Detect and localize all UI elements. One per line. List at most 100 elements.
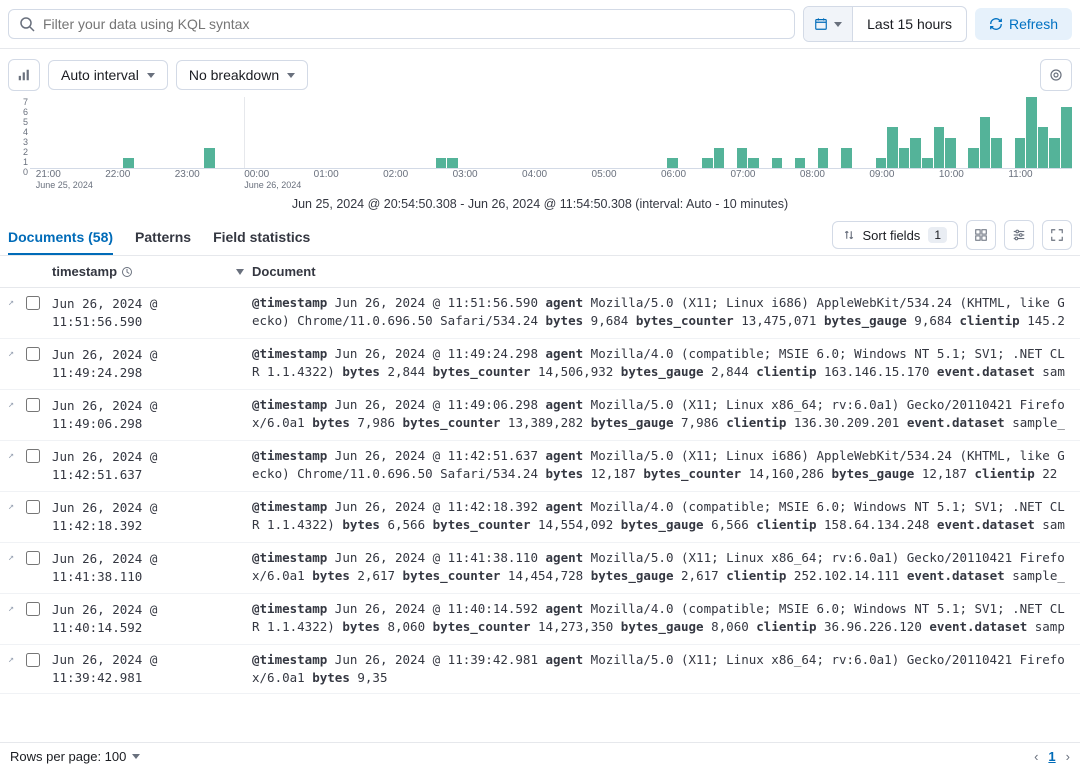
expand-row-icon[interactable]: ↗ [8, 653, 14, 668]
row-checkbox[interactable] [26, 398, 40, 412]
histogram-bar[interactable] [818, 148, 829, 168]
settings-button[interactable] [1004, 220, 1034, 250]
histogram-bar[interactable] [702, 158, 713, 168]
histogram-bar[interactable] [980, 117, 991, 168]
histogram-bar[interactable] [123, 158, 134, 168]
row-timestamp: Jun 26, 2024 @ 11:40:14.592 [52, 600, 252, 638]
search-input[interactable] [43, 16, 784, 32]
histogram-bar[interactable] [1049, 138, 1060, 168]
histogram-bar[interactable] [1015, 138, 1026, 168]
display-options-button[interactable] [966, 220, 996, 250]
expand-row-icon[interactable]: ↗ [8, 347, 14, 362]
row-checkbox[interactable] [26, 500, 40, 514]
row-document[interactable]: @timestamp Jun 26, 2024 @ 11:39:42.981 a… [252, 651, 1072, 687]
fullscreen-button[interactable] [1042, 220, 1072, 250]
row-document[interactable]: @timestamp Jun 26, 2024 @ 11:51:56.590 a… [252, 294, 1072, 332]
table-row: ↗ Jun 26, 2024 @ 11:49:24.298@timestamp J… [0, 339, 1080, 390]
chevron-down-icon [147, 73, 155, 78]
refresh-label: Refresh [1009, 16, 1058, 32]
histogram-bar[interactable] [447, 158, 458, 168]
table-body: ↗Jun 26, 2024 @ 11:51:56.590@timestamp J… [0, 288, 1080, 694]
refresh-button[interactable]: Refresh [975, 8, 1072, 40]
column-timestamp[interactable]: timestamp [52, 264, 252, 279]
histogram-bar[interactable] [922, 158, 933, 168]
histogram-bar[interactable] [204, 148, 215, 168]
histogram-bar[interactable] [795, 158, 806, 168]
breakdown-select[interactable]: No breakdown [176, 60, 308, 90]
pager-next[interactable]: › [1066, 749, 1070, 764]
row-document[interactable]: @timestamp Jun 26, 2024 @ 11:40:14.592 a… [252, 600, 1072, 638]
histogram-bar[interactable] [841, 148, 852, 168]
sort-count-badge: 1 [928, 227, 947, 243]
tab-patterns[interactable]: Patterns [135, 219, 191, 255]
row-document[interactable]: @timestamp Jun 26, 2024 @ 11:42:18.392 a… [252, 498, 1072, 536]
histogram-bar[interactable] [1026, 97, 1037, 168]
histogram-bar[interactable] [1038, 127, 1049, 168]
chart-toolbar: Auto interval No breakdown [0, 49, 1080, 97]
fullscreen-icon [1050, 228, 1064, 242]
sort-icon [843, 229, 855, 241]
calendar-icon [804, 7, 853, 41]
histogram-bar[interactable] [737, 148, 748, 168]
histogram-chart[interactable]: 76543210 21:00June 25, 202422:0023:0000:… [8, 97, 1072, 187]
row-document[interactable]: @timestamp Jun 26, 2024 @ 11:42:51.637 a… [252, 447, 1072, 485]
row-document[interactable]: @timestamp Jun 26, 2024 @ 11:49:24.298 a… [252, 345, 1072, 383]
histogram-bar[interactable] [748, 158, 759, 168]
rows-per-page-select[interactable]: Rows per page: 100 [10, 749, 140, 764]
column-document[interactable]: Document [252, 264, 1072, 279]
expand-row-icon[interactable]: ↗ [8, 449, 14, 464]
histogram-x-axis: 21:00June 25, 202422:0023:0000:00June 26… [30, 169, 1072, 187]
expand-row-icon[interactable]: ↗ [8, 551, 14, 566]
date-picker[interactable]: Last 15 hours [803, 6, 967, 42]
row-checkbox[interactable] [26, 347, 40, 361]
expand-row-icon[interactable]: ↗ [8, 500, 14, 515]
row-timestamp: Jun 26, 2024 @ 11:41:38.110 [52, 549, 252, 587]
histogram-bar[interactable] [968, 148, 979, 168]
table-row: ↗Jun 26, 2024 @ 11:49:06.298@timestamp J… [0, 390, 1080, 441]
histogram-bar[interactable] [876, 158, 887, 168]
row-checkbox[interactable] [26, 602, 40, 616]
row-checkbox[interactable] [26, 653, 40, 667]
table-header: timestamp Document [0, 256, 1080, 288]
row-timestamp: Jun 26, 2024 @ 11:42:18.392 [52, 498, 252, 536]
histogram-bar[interactable] [714, 148, 725, 168]
top-bar: Last 15 hours Refresh [0, 0, 1080, 49]
expand-row-icon[interactable]: ↗ [8, 398, 14, 413]
histogram-bar[interactable] [1061, 107, 1072, 168]
expand-row-icon[interactable]: ↗ [8, 602, 14, 617]
row-checkbox[interactable] [26, 449, 40, 463]
row-document[interactable]: @timestamp Jun 26, 2024 @ 11:41:38.110 a… [252, 549, 1072, 587]
row-checkbox[interactable] [26, 296, 40, 310]
histogram-bar[interactable] [899, 148, 910, 168]
pager-prev[interactable]: ‹ [1034, 749, 1038, 764]
row-document[interactable]: @timestamp Jun 26, 2024 @ 11:49:06.298 a… [252, 396, 1072, 434]
row-checkbox[interactable] [26, 551, 40, 565]
histogram-bar[interactable] [945, 138, 956, 168]
toggle-chart-button[interactable] [8, 59, 40, 91]
refresh-icon [989, 17, 1003, 31]
chevron-down-icon [132, 754, 140, 759]
lens-edit-button[interactable] [1040, 59, 1072, 91]
tab-field-statistics[interactable]: Field statistics [213, 219, 310, 255]
pager-current[interactable]: 1 [1048, 749, 1055, 764]
breakdown-label: No breakdown [189, 67, 279, 83]
histogram-bar[interactable] [436, 158, 447, 168]
sort-fields-button[interactable]: Sort fields 1 [832, 221, 959, 249]
histogram-bar[interactable] [772, 158, 783, 168]
expand-row-icon[interactable]: ↗ [8, 296, 14, 311]
histogram-caption: Jun 25, 2024 @ 20:54:50.308 - Jun 26, 20… [0, 197, 1080, 211]
clock-icon [121, 266, 133, 278]
search-box[interactable] [8, 9, 795, 39]
histogram-bar[interactable] [934, 127, 945, 168]
histogram-bar[interactable] [667, 158, 678, 168]
date-range-label: Last 15 hours [853, 16, 966, 32]
histogram-bar[interactable] [910, 138, 921, 168]
interval-select[interactable]: Auto interval [48, 60, 168, 90]
grid-icon [974, 228, 988, 242]
histogram-bar[interactable] [887, 127, 898, 168]
table-footer: Rows per page: 100 ‹ 1 › [0, 742, 1080, 770]
row-timestamp: Jun 26, 2024 @ 11:49:24.298 [52, 345, 252, 383]
tab-documents[interactable]: Documents (58) [8, 219, 113, 255]
histogram-bar[interactable] [991, 138, 1002, 168]
row-timestamp: Jun 26, 2024 @ 11:42:51.637 [52, 447, 252, 485]
